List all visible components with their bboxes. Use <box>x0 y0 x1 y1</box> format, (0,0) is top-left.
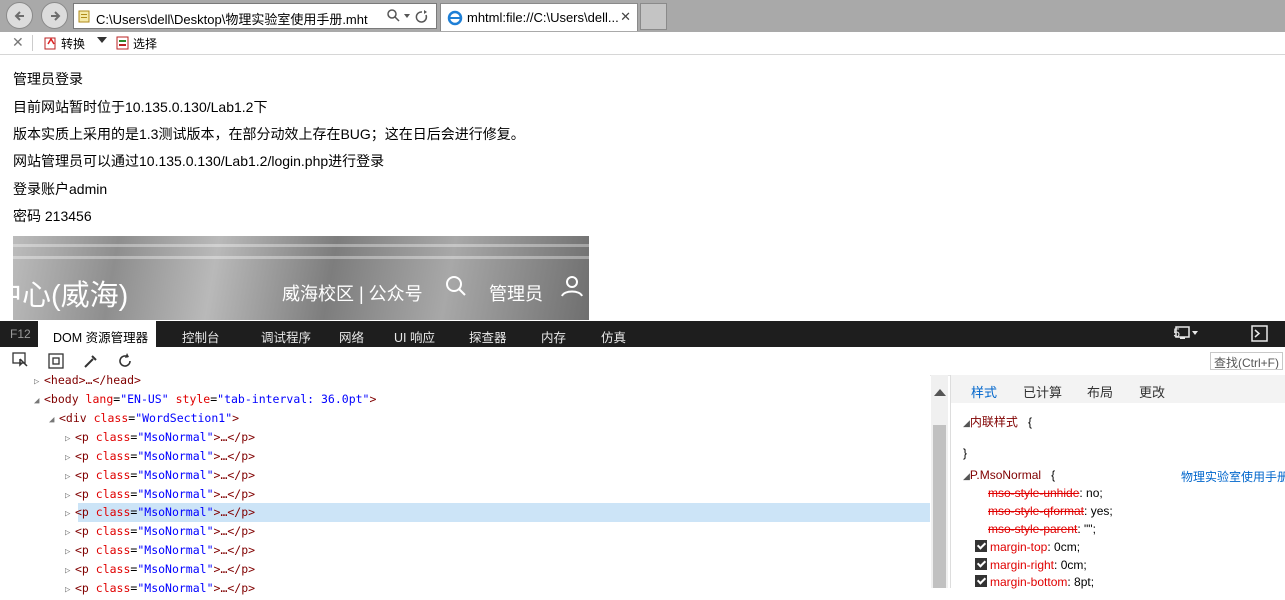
dom-node-p[interactable]: ▷ <p class="MsoNormal">…</p> <box>65 447 255 466</box>
rule-source-link[interactable]: 物理实验室使用手册 <box>1181 468 1285 485</box>
styles-pane: 样式 已计算 布局 更改 ◢内联样式 { } ◢P.MsoNormal { 物理… <box>950 375 1285 589</box>
back-arrow-icon <box>14 11 24 21</box>
inline-style-label: 内联样式 <box>969 415 1018 429</box>
rule-selector: ◢P.MsoNormal { <box>963 468 1056 482</box>
page-content: 管理员登录 目前网站暂时位于10.135.0.130/Lab1.2下 版本实质上… <box>0 57 1285 320</box>
tab-debugger[interactable]: 调试程序 <box>261 327 311 346</box>
dom-node-div[interactable]: ◢ <div class="WordSection1"> <box>49 409 239 428</box>
close-icon[interactable]: ✕ <box>12 34 24 51</box>
tab-memory[interactable]: 内存 <box>541 327 566 346</box>
error-count: 5 <box>1173 326 1180 340</box>
toolbar-separator <box>32 35 33 51</box>
dom-node-head[interactable]: ▷ <head>…</head> <box>34 371 141 390</box>
collapse-icon[interactable]: ◢ <box>963 471 970 481</box>
dom-node-p[interactable]: ▷ <p class="MsoNormal">…</p> <box>65 522 255 541</box>
console-toggle-icon[interactable] <box>1251 325 1269 343</box>
tab-label: DOM 资源管理器 <box>53 331 149 345</box>
inline-style-rule: ◢内联样式 { <box>963 415 1032 429</box>
user-icon <box>561 276 583 297</box>
dom-node-body[interactable]: ◢ <body lang="EN-US" style="tab-interval:… <box>34 390 376 409</box>
back-button[interactable] <box>6 2 33 29</box>
banner-campus-text: 威海校区 | 公众号 <box>282 284 423 304</box>
dom-node-p[interactable]: ▷ <p class="MsoNormal">…</p> <box>65 485 255 504</box>
dom-node-p[interactable]: ▷ <p class="MsoNormal">…</p> <box>65 560 255 579</box>
tab-ui-responsiveness[interactable]: UI 响应 <box>394 327 435 346</box>
devtools-tabbar: F12 DOM 资源管理器 控制台 调试程序 网络 UI 响应 探查器 内存 仿… <box>0 321 1285 347</box>
address-tools-icon[interactable] <box>386 8 432 24</box>
refresh-icon[interactable] <box>116 352 134 370</box>
styles-tabbar: 样式 已计算 布局 更改 <box>951 375 1285 403</box>
dom-node-p-selected[interactable]: ▷ <p class="MsoNormal">…</p> <box>65 503 255 522</box>
site-banner-image: 中心(威海) 威海校区 | 公众号 管理员 <box>13 236 589 320</box>
select-element-icon[interactable] <box>12 352 30 370</box>
scroll-thumb[interactable] <box>933 425 946 588</box>
select-icon <box>116 36 129 50</box>
pdf-convert-icon <box>44 37 56 50</box>
dom-scrollbar[interactable] <box>931 375 948 588</box>
search-icon <box>446 276 466 296</box>
convert-button[interactable]: 转换 <box>44 35 85 52</box>
tab-emulation[interactable]: 仿真 <box>601 327 626 346</box>
dom-node-p[interactable]: ▷ <p class="MsoNormal">…</p> <box>65 466 255 485</box>
banner-left-text: 中心(威海) <box>13 280 129 312</box>
style-property[interactable]: margin-top: 0cm; <box>975 540 1080 554</box>
find-input[interactable]: 查找(Ctrl+F) <box>1210 352 1283 370</box>
tab-network[interactable]: 网络 <box>339 327 364 346</box>
tab-styles[interactable]: 样式 <box>971 382 997 401</box>
inline-style-close: } <box>963 446 968 460</box>
tab-dom-explorer[interactable]: DOM 资源管理器 <box>38 321 156 347</box>
selector-text: P.MsoNormal <box>969 468 1042 482</box>
dom-node-p[interactable]: ▷ <p class="MsoNormal">…</p> <box>65 541 255 560</box>
scroll-up-icon[interactable] <box>934 389 946 396</box>
tab-computed[interactable]: 已计算 <box>1023 382 1062 401</box>
select-button[interactable]: 选择 <box>116 35 157 52</box>
content-line: 密码 213456 <box>13 208 92 224</box>
select-label: 选择 <box>133 37 158 51</box>
collapse-icon[interactable]: ◢ <box>34 392 44 411</box>
content-line: 登录账户admin <box>13 181 108 197</box>
tab-profiler[interactable]: 探查器 <box>469 327 507 346</box>
tab-console[interactable]: 控制台 <box>182 327 220 346</box>
tab-changes[interactable]: 更改 <box>1139 382 1165 401</box>
forward-arrow-icon <box>51 11 61 21</box>
convert-label: 转换 <box>61 37 86 51</box>
content-line: 管理员登录 <box>13 71 83 87</box>
dom-node-p[interactable]: ▷ <p class="MsoNormal">…</p> <box>65 579 255 598</box>
tab-title: mhtml:file://C:\Users\dell... <box>467 10 619 25</box>
style-property[interactable]: margin-right: 0cm; <box>975 558 1087 572</box>
content-line: 目前网站暂时位于10.135.0.130/Lab1.2下 <box>13 99 268 115</box>
document-favicon-icon <box>78 10 90 23</box>
address-bar[interactable]: C:\Users\dell\Desktop\物理实验室使用手册.mht <box>73 3 437 29</box>
collapse-icon[interactable]: ◢ <box>963 418 970 428</box>
new-tab-button[interactable] <box>640 3 667 30</box>
ie-logo-icon <box>447 10 463 26</box>
checkbox-icon[interactable] <box>975 575 987 587</box>
browser-titlebar: C:\Users\dell\Desktop\物理实验室使用手册.mht mhtm… <box>0 0 1285 32</box>
style-property[interactable]: margin-bottom: 8pt; <box>975 575 1094 589</box>
convert-dropdown-icon[interactable] <box>97 37 107 43</box>
browser-tab[interactable]: mhtml:file://C:\Users\dell... ✕ <box>440 3 638 31</box>
style-property[interactable]: mso-style-qformat: yes; <box>988 504 1113 518</box>
content-line: 网站管理员可以通过10.135.0.130/Lab1.2/login.php进行… <box>13 153 385 169</box>
dom-toolbar: 查找(Ctrl+F) <box>0 347 1285 376</box>
style-property[interactable]: mso-style-parent: ""; <box>988 522 1096 536</box>
tab-layout[interactable]: 布局 <box>1087 382 1113 401</box>
color-picker-icon[interactable] <box>82 352 100 370</box>
highlight-element-icon[interactable] <box>47 352 65 370</box>
checkbox-icon[interactable] <box>975 558 987 570</box>
content-line: 版本实质上采用的是1.3测试版本，在部分动效上存在BUG；这在日后会进行修复。 <box>13 126 525 142</box>
command-bar: ✕ 转换 选择 <box>0 32 1285 55</box>
dom-tree: ▷ <head>…</head> ◢ <body lang="EN-US" styl… <box>0 373 930 595</box>
f12-label: F12 <box>10 327 31 341</box>
checkbox-icon[interactable] <box>975 540 987 552</box>
dom-node-p[interactable]: ▷ <p class="MsoNormal">…</p> <box>65 428 255 447</box>
collapse-icon[interactable]: ◢ <box>49 411 59 430</box>
style-property[interactable]: mso-style-unhide: no; <box>988 486 1103 500</box>
forward-button[interactable] <box>41 2 68 29</box>
address-url: C:\Users\dell\Desktop\物理实验室使用手册.mht <box>96 12 368 27</box>
tab-close-icon[interactable]: ✕ <box>620 9 631 25</box>
banner-admin-text: 管理员 <box>489 284 543 304</box>
